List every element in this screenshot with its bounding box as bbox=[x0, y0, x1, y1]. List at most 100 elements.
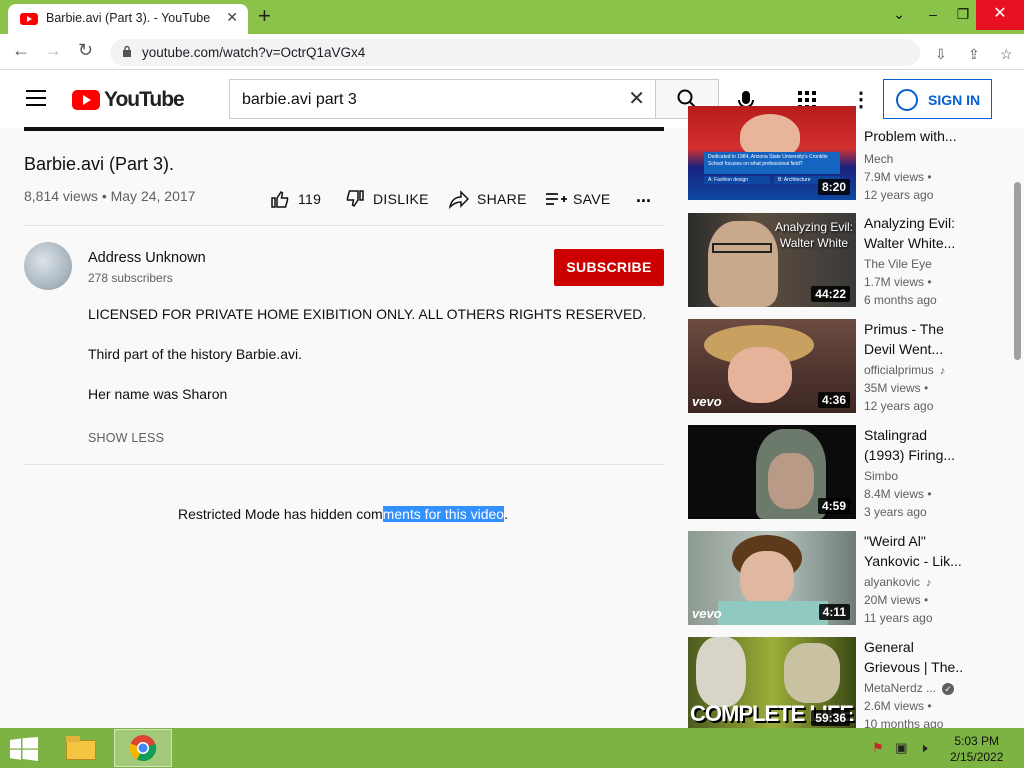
related-age: 10 months ago bbox=[864, 717, 944, 728]
tab-close-icon[interactable]: ✕ bbox=[226, 9, 238, 26]
close-window-button[interactable]: ✕ bbox=[976, 0, 1024, 30]
related-video[interactable]: Dedicated in 1984, Arizona State Univers… bbox=[688, 106, 1018, 202]
search-input[interactable]: barbie.avi part 3 ✕ bbox=[229, 79, 656, 119]
related-video[interactable]: COMPLETE LIFE 59:36 General Grievous | T… bbox=[688, 637, 1018, 728]
show-less-button[interactable]: SHOW LESS bbox=[88, 431, 164, 445]
related-title[interactable]: Walter White... bbox=[864, 233, 964, 253]
related-views: 8.4M views • bbox=[864, 487, 932, 501]
chrome-icon bbox=[129, 735, 157, 762]
selected-text: ments for this video bbox=[382, 506, 505, 522]
related-video[interactable]: Analyzing Evil: Walter White 44:22 Analyz… bbox=[688, 213, 1018, 309]
related-views: 35M views • bbox=[864, 381, 929, 395]
related-views: 2.6M views • bbox=[864, 699, 932, 713]
video-thumbnail[interactable]: Dedicated in 1984, Arizona State Univers… bbox=[688, 106, 856, 200]
verified-check-icon: ✓ bbox=[942, 683, 955, 695]
related-channel[interactable]: officialprimus ♪ bbox=[864, 363, 945, 377]
thumbnail-overlay-text: Analyzing Evil: Walter White bbox=[774, 219, 854, 251]
logo-wordmark: YouTube bbox=[104, 88, 185, 111]
related-channel[interactable]: The Vile Eye bbox=[864, 257, 932, 271]
related-title[interactable]: Primus - The bbox=[864, 319, 964, 339]
system-tray: ⚑ ▣ 🕨 bbox=[872, 740, 927, 756]
windows-start-icon[interactable] bbox=[10, 737, 38, 761]
reload-icon[interactable]: ↻ bbox=[78, 40, 93, 61]
description-line: Her name was Sharon bbox=[88, 386, 228, 402]
video-meta: 8,814 views • May 24, 2017 bbox=[24, 188, 196, 204]
clock-date: 2/15/2022 bbox=[950, 750, 1004, 764]
video-player-bottom[interactable] bbox=[24, 127, 664, 131]
video-duration: 4:36 bbox=[817, 392, 850, 408]
network-icon[interactable]: ▣ bbox=[895, 740, 907, 755]
related-age: 11 years ago bbox=[864, 611, 933, 625]
video-thumbnail[interactable]: Analyzing Evil: Walter White 44:22 bbox=[688, 213, 856, 307]
scrollbar-thumb[interactable] bbox=[1014, 182, 1021, 360]
browser-tab[interactable]: Barbie.avi (Part 3). - YouTube ✕ bbox=[8, 4, 248, 34]
file-explorer-icon[interactable] bbox=[62, 732, 102, 764]
related-channel[interactable]: Mech bbox=[864, 152, 893, 166]
related-video[interactable]: vevo 4:36 Primus - The Devil Went... off… bbox=[688, 319, 1018, 415]
related-title[interactable]: Stalingrad bbox=[864, 425, 964, 445]
related-title[interactable]: Analyzing Evil: bbox=[864, 213, 964, 233]
bookmark-star-icon[interactable]: ☆ bbox=[1000, 46, 1013, 63]
vevo-badge: vevo bbox=[692, 606, 722, 621]
video-thumbnail[interactable]: vevo 4:36 bbox=[688, 319, 856, 413]
lock-icon bbox=[123, 45, 131, 57]
browser-toolbar: ← → ↻ youtube.com/watch?v=OctrQ1aVGx4 ⇩ … bbox=[0, 34, 1024, 96]
video-duration: 8:20 bbox=[817, 179, 850, 195]
related-views: 7.9M views • bbox=[864, 170, 932, 184]
new-tab-button[interactable]: + bbox=[258, 3, 271, 29]
subscriber-count: 278 subscribers bbox=[88, 271, 173, 285]
restricted-mode-message: Restricted Mode has hidden comments for … bbox=[178, 506, 508, 522]
subscribe-button[interactable]: SUBSCRIBE bbox=[554, 249, 664, 286]
channel-avatar[interactable] bbox=[24, 242, 72, 290]
related-title[interactable]: Yankovic - Lik... bbox=[864, 551, 964, 571]
related-views: 1.7M views • bbox=[864, 275, 932, 289]
related-title[interactable]: (1993) Firing... bbox=[864, 445, 964, 465]
share-arrow-icon bbox=[449, 190, 469, 209]
tab-search-icon[interactable]: ⌄ bbox=[882, 0, 916, 30]
related-video[interactable]: 4:59 Stalingrad (1993) Firing... Simbo 8… bbox=[688, 425, 1018, 521]
back-arrow-icon[interactable]: ← bbox=[12, 40, 30, 61]
related-channel[interactable]: Simbo bbox=[864, 469, 898, 483]
restricted-text-end: . bbox=[504, 506, 508, 522]
thumbnail-puppet-face bbox=[728, 347, 792, 403]
video-thumbnail[interactable]: 4:59 bbox=[688, 425, 856, 519]
volume-muted-icon[interactable]: 🕨 bbox=[919, 740, 927, 755]
thumbs-up-icon bbox=[271, 190, 289, 208]
video-duration: 4:59 bbox=[817, 498, 850, 514]
playlist-add-icon bbox=[546, 193, 567, 205]
related-title[interactable]: "Weird Al" bbox=[864, 531, 964, 551]
thumbnail-soldier-face bbox=[768, 453, 814, 509]
related-title[interactable]: General bbox=[864, 637, 964, 657]
related-video[interactable]: vevo 4:11 "Weird Al" Yankovic - Lik... a… bbox=[688, 531, 1018, 627]
music-note-icon: ♪ bbox=[939, 365, 946, 377]
related-age: 12 years ago bbox=[864, 399, 934, 413]
minimize-button[interactable]: – bbox=[916, 0, 950, 30]
video-thumbnail[interactable]: vevo 4:11 bbox=[688, 531, 856, 625]
related-title[interactable]: Devil Went... bbox=[864, 339, 964, 359]
more-actions-icon[interactable]: ... bbox=[636, 186, 651, 207]
related-title[interactable]: Grievous | The... bbox=[864, 657, 964, 677]
flag-icon[interactable]: ⚑ bbox=[872, 740, 884, 755]
video-duration: 59:36 bbox=[811, 710, 850, 726]
related-channel[interactable]: MetaNerdz ... ✓ bbox=[864, 681, 955, 695]
youtube-favicon-icon bbox=[20, 13, 38, 25]
url-text: youtube.com/watch?v=OctrQ1aVGx4 bbox=[142, 45, 366, 60]
folder-shape bbox=[66, 740, 96, 760]
chrome-taskbar-button[interactable] bbox=[114, 729, 172, 767]
youtube-play-icon bbox=[72, 90, 100, 110]
restore-button[interactable]: ❐ bbox=[946, 0, 980, 30]
related-channel[interactable]: alyankovic ♪ bbox=[864, 575, 932, 589]
thumbnail-grievous-mask bbox=[696, 637, 746, 707]
windows-taskbar: ⚑ ▣ 🕨 5:03 PM 2/15/2022 bbox=[0, 728, 1024, 768]
related-title[interactable]: Problem with... bbox=[864, 126, 964, 146]
video-thumbnail[interactable]: COMPLETE LIFE 59:36 bbox=[688, 637, 856, 728]
install-app-icon[interactable]: ⇩ bbox=[935, 46, 947, 63]
address-bar[interactable]: youtube.com/watch?v=OctrQ1aVGx4 ⇩ ⇪ ☆ bbox=[110, 39, 1013, 66]
forward-arrow-icon[interactable]: → bbox=[44, 40, 62, 61]
clear-search-icon[interactable]: ✕ bbox=[628, 86, 645, 111]
taskbar-clock[interactable]: 5:03 PM 2/15/2022 bbox=[950, 733, 1003, 765]
share-page-icon[interactable]: ⇪ bbox=[968, 46, 980, 63]
hamburger-menu-icon[interactable] bbox=[26, 90, 46, 106]
related-views: 20M views • bbox=[864, 593, 929, 607]
channel-name[interactable]: Address Unknown bbox=[88, 250, 206, 266]
